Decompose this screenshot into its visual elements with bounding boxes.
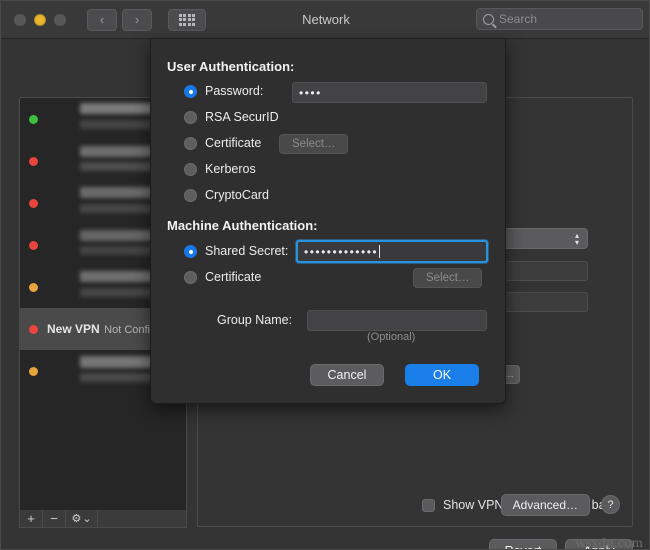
search-placeholder: Search (499, 12, 538, 26)
password-value: •••• (299, 85, 322, 100)
authentication-settings-sheet: User Authentication: Password: •••• RSA … (150, 39, 506, 404)
status-dot-icon (29, 282, 38, 292)
revert-button[interactable]: Revert (489, 539, 557, 549)
radio-shared-secret[interactable]: Shared Secret: (184, 244, 288, 258)
remove-service-button[interactable]: − (43, 510, 66, 527)
plus-icon: + (27, 511, 35, 526)
window-titlebar: ‹ › Network Search (1, 1, 649, 39)
radio-button-icon[interactable] (184, 110, 197, 124)
radio-label: RSA SecurID (205, 110, 279, 124)
user-authentication-heading: User Authentication: (167, 59, 295, 74)
radio-user-certificate[interactable]: Certificate (184, 136, 261, 150)
service-list-toolbar: + − ⚙ ⌄ (19, 510, 187, 528)
status-dot-icon (29, 366, 38, 376)
list-item-label: New VPN (47, 322, 100, 336)
machine-certificate-select-button[interactable]: Select… (413, 268, 483, 288)
radio-cryptocard[interactable]: CryptoCard (184, 188, 269, 202)
add-service-button[interactable]: + (20, 510, 43, 527)
group-name-hint: (Optional) (367, 331, 416, 343)
shared-secret-value: ••••••••••••• (304, 244, 379, 259)
radio-label: Certificate (205, 136, 262, 150)
cancel-button[interactable]: Cancel (310, 364, 384, 386)
status-dot-icon (29, 156, 38, 166)
gear-icon: ⚙ (71, 513, 82, 525)
chevron-updown-icon: ▴ ▾ (574, 231, 579, 247)
radio-rsa-securid[interactable]: RSA SecurID (184, 110, 279, 124)
password-input[interactable]: •••• (292, 82, 487, 103)
radio-kerberos[interactable]: Kerberos (184, 162, 256, 176)
status-dot-icon (29, 198, 38, 208)
network-preferences-window: ‹ › Network Search New VPN Not Configure… (0, 0, 650, 550)
radio-label: Password: (205, 84, 264, 98)
server-address-field[interactable] (498, 261, 588, 281)
advanced-button[interactable]: Advanced… (500, 494, 590, 516)
radio-button-icon[interactable] (184, 162, 197, 176)
ok-button[interactable]: OK (405, 364, 479, 386)
help-button[interactable]: ? (601, 495, 620, 514)
user-certificate-select-button[interactable]: Select… (279, 134, 349, 154)
radio-label: Certificate (205, 270, 262, 284)
radio-password[interactable]: Password: (184, 84, 263, 98)
redacted-block (80, 103, 158, 114)
group-name-input[interactable] (307, 310, 487, 331)
watermark: wsxdn.com (575, 536, 643, 550)
status-dot-icon (29, 240, 38, 250)
text-caret (379, 245, 381, 258)
machine-authentication-heading: Machine Authentication: (167, 218, 318, 233)
group-name-label: Group Name: (217, 313, 293, 327)
search-input[interactable]: Search (476, 8, 643, 30)
radio-label: CryptoCard (205, 188, 269, 202)
minus-icon: − (50, 511, 58, 526)
search-icon (483, 13, 494, 25)
shared-secret-input[interactable]: ••••••••••••• (296, 240, 488, 263)
radio-button-icon[interactable] (184, 188, 197, 202)
service-actions-button[interactable]: ⚙ ⌄ (66, 510, 98, 527)
show-vpn-status-checkbox[interactable] (422, 498, 435, 512)
account-name-field[interactable] (498, 292, 588, 312)
radio-machine-certificate[interactable]: Certificate (184, 270, 261, 284)
radio-button-icon[interactable] (184, 84, 197, 98)
chevron-down-icon: ⌄ (82, 513, 92, 525)
configuration-popup[interactable]: ▴ ▾ (498, 228, 588, 249)
status-dot-icon (29, 324, 38, 334)
radio-label: Shared Secret: (205, 244, 289, 258)
radio-button-icon[interactable] (184, 270, 197, 284)
radio-label: Kerberos (205, 162, 256, 176)
radio-button-icon[interactable] (184, 136, 197, 150)
status-dot-icon (29, 114, 38, 124)
radio-button-icon[interactable] (184, 244, 197, 258)
